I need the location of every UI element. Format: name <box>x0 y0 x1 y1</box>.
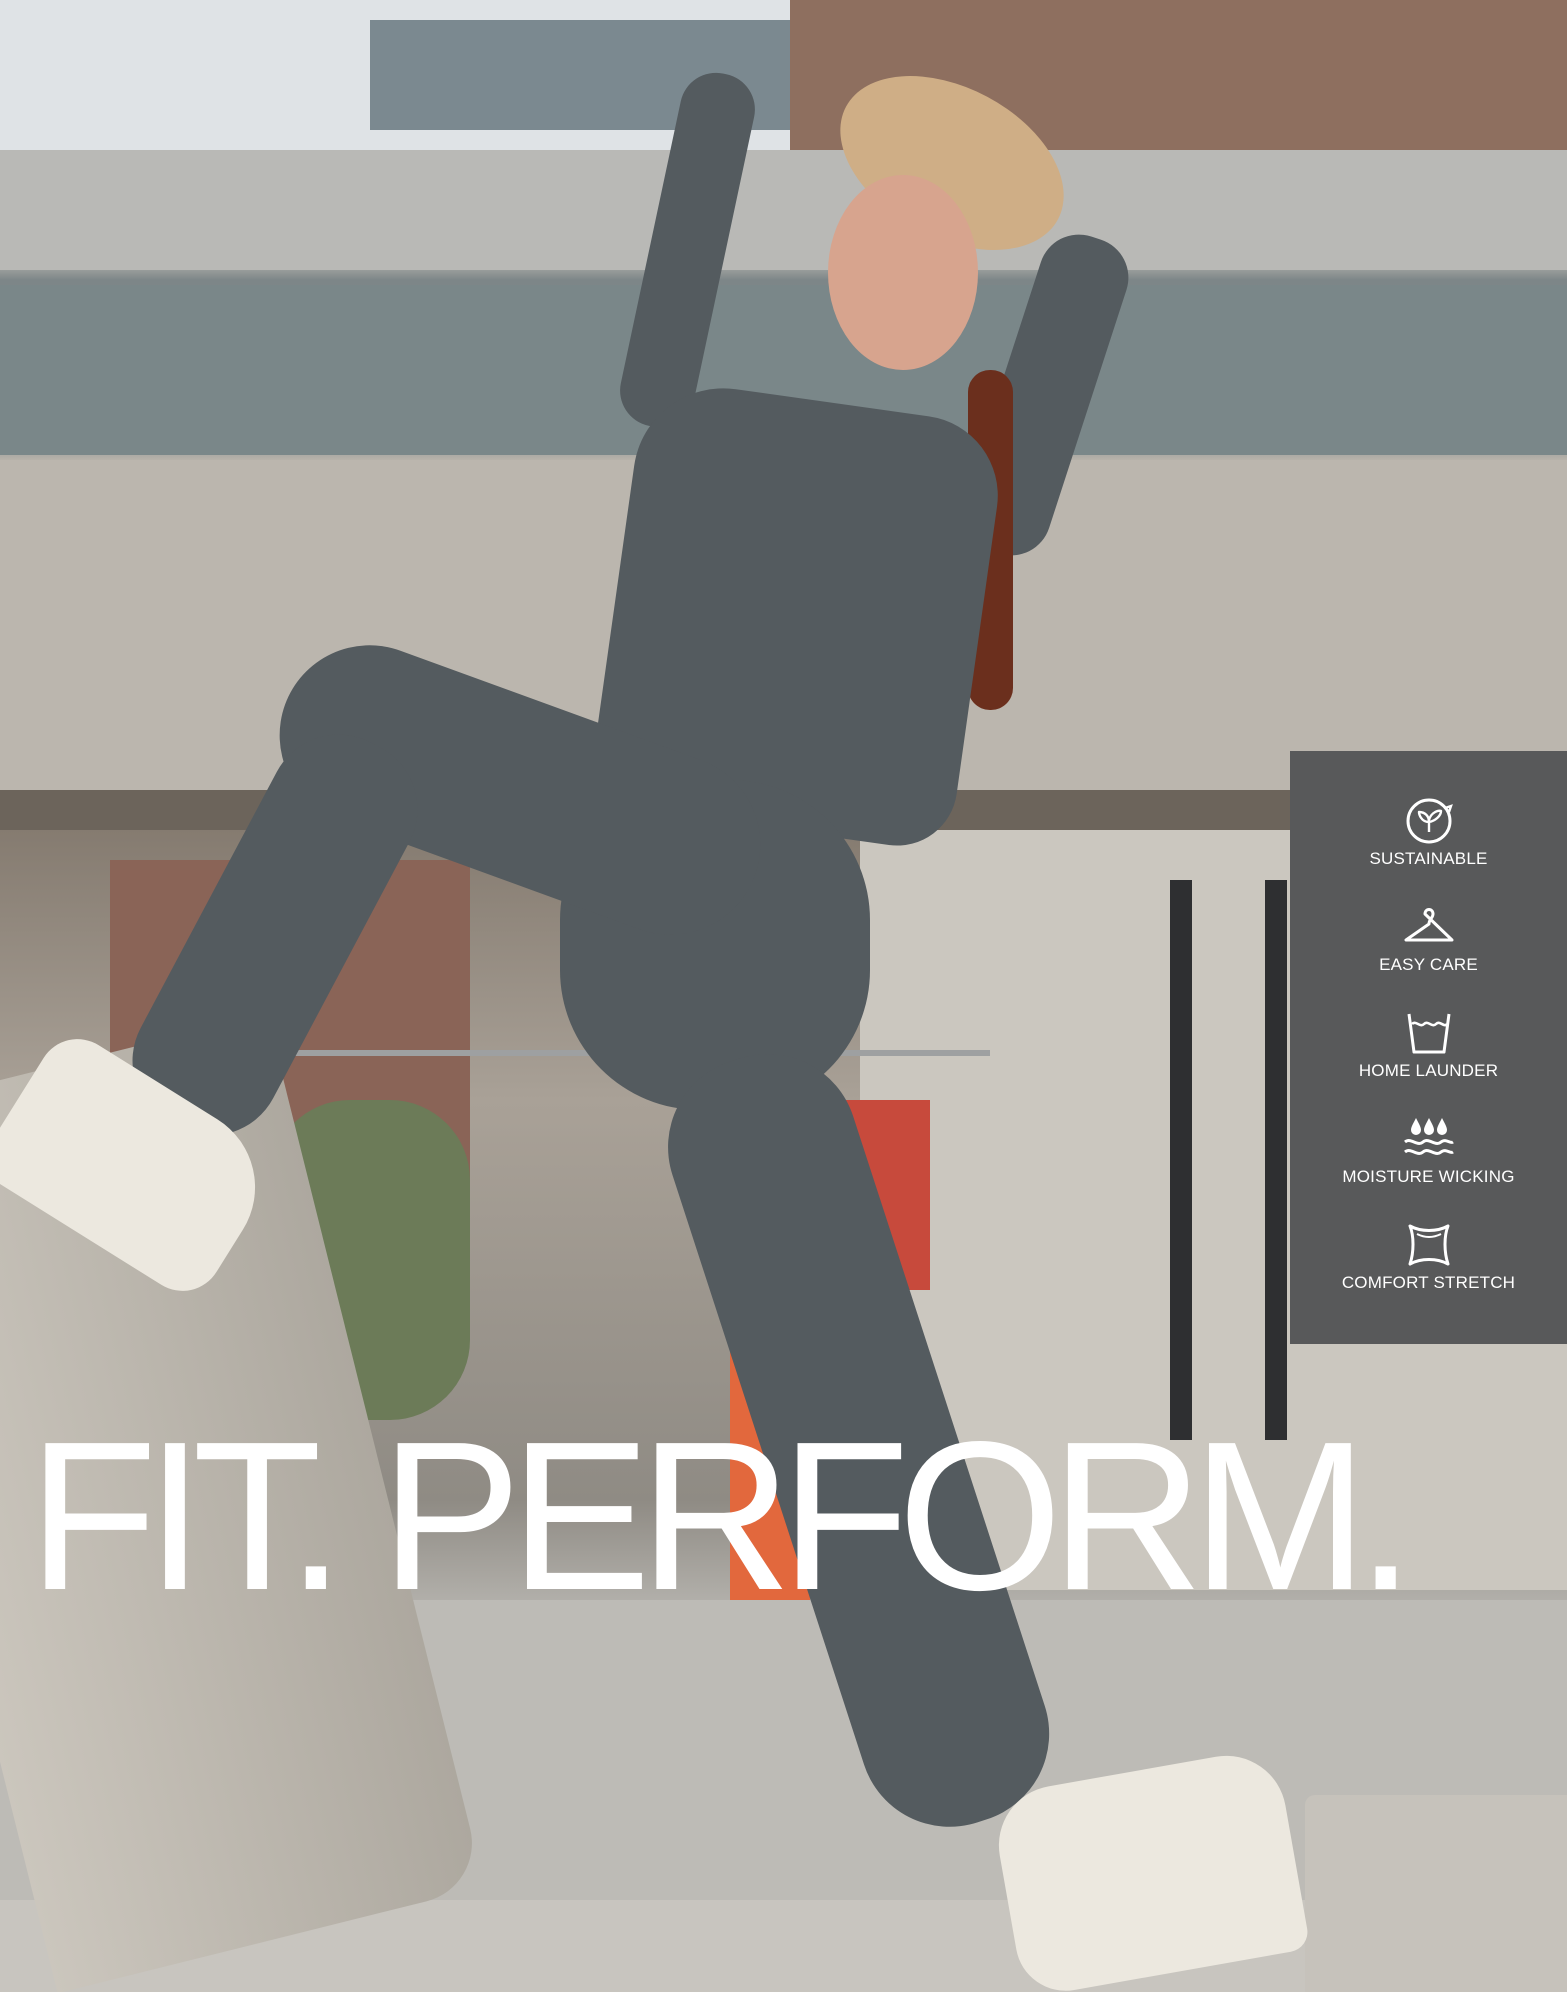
feature-comfort-stretch: COMFORT STRETCH <box>1290 1220 1567 1310</box>
face <box>828 175 978 370</box>
feature-label: MOISTURE WICKING <box>1342 1167 1515 1186</box>
feature-label: HOME LAUNDER <box>1358 1061 1499 1080</box>
feature-label: EASY CARE <box>1379 955 1478 974</box>
hanger-icon <box>1404 908 1453 942</box>
stretch-fabric-icon <box>1408 1224 1449 1266</box>
feature-easy-care: EASY CARE <box>1290 902 1567 992</box>
headline: FIT. PERFORM. <box>28 1397 1415 1634</box>
planter-box <box>1305 1795 1567 1992</box>
wash-tub-icon <box>1407 1013 1450 1054</box>
feature-moisture-wicking: MOISTURE WICKING <box>1290 1114 1567 1204</box>
features-panel: SUSTAINABLE EASY CARE HOME LAUNDER MOIST… <box>1290 751 1567 1344</box>
water-drops-icon <box>1403 1118 1454 1155</box>
feature-home-launder: HOME LAUNDER <box>1290 1008 1567 1098</box>
sustainable-leaf-icon <box>1406 798 1453 844</box>
ad-page: FIT. PERFORM. SUSTAINABLE EASY CARE HOME… <box>0 0 1567 1992</box>
feature-label: COMFORT STRETCH <box>1341 1273 1516 1292</box>
feature-sustainable: SUSTAINABLE <box>1290 796 1567 886</box>
feature-label: SUSTAINABLE <box>1369 849 1488 868</box>
